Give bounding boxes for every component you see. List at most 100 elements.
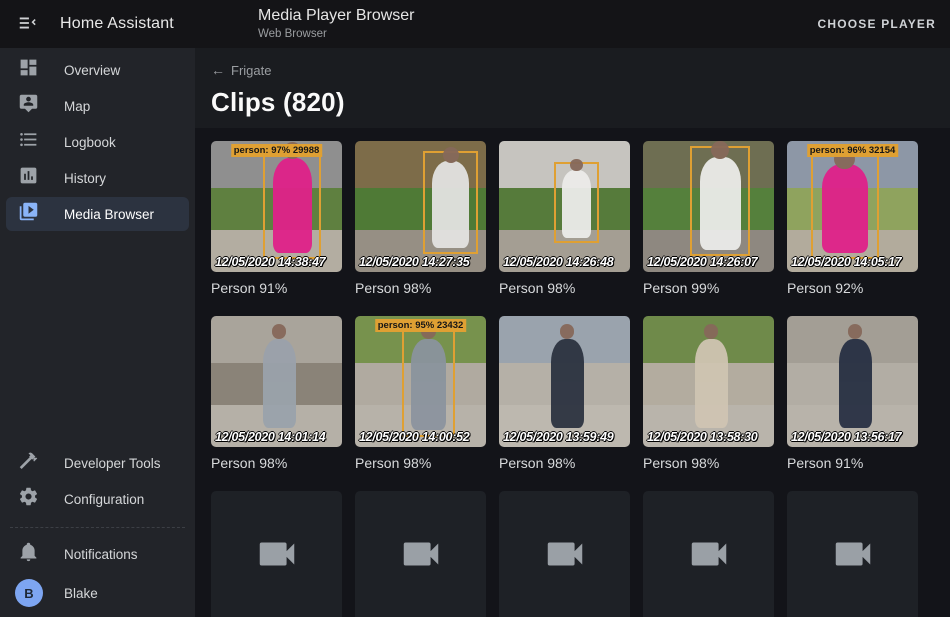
- person-figure: [273, 158, 312, 252]
- clip-item[interactable]: 12/05/2020 14:26:48 Person 98%: [499, 141, 630, 296]
- page-title: Clips (820): [211, 87, 934, 118]
- clip-label: Person 98%: [211, 455, 342, 471]
- sidebar-item-user-profile[interactable]: B Blake: [6, 573, 189, 613]
- view-dashboard-icon: [18, 57, 39, 83]
- clips-grid: person: 97% 29988 12/05/2020 14:38:47 Pe…: [195, 128, 950, 617]
- sidebar-item-map[interactable]: Map: [6, 89, 189, 123]
- tooltip-account-icon: [18, 93, 39, 119]
- media-browser-content: ← Frigate Clips (820) person: 97% 29988 …: [195, 48, 950, 617]
- clip-label: Person 98%: [355, 455, 486, 471]
- list-bulleted-icon: [18, 129, 39, 155]
- person-figure: [700, 157, 741, 250]
- clip-item[interactable]: 12/05/2020 13:59:49 Person 98%: [499, 316, 630, 471]
- clip-item[interactable]: person: 96% 32154 12/05/2020 14:05:17 Pe…: [787, 141, 918, 296]
- video-camera-icon: [398, 531, 444, 582]
- clip-thumbnail: 12/05/2020 13:59:49: [499, 316, 630, 447]
- clip-label: Person 91%: [787, 455, 918, 471]
- video-camera-icon: [542, 531, 588, 582]
- video-camera-icon: [254, 531, 300, 582]
- content-header: ← Frigate Clips (820): [195, 48, 950, 128]
- folder-thumbnail: [643, 491, 774, 617]
- clip-timestamp: 12/05/2020 14:05:17: [791, 255, 901, 269]
- detection-bbox: [686, 329, 736, 434]
- clip-label: Person 98%: [499, 455, 630, 471]
- clip-timestamp: 12/05/2020 14:38:47: [215, 255, 325, 269]
- app-header: Home Assistant Media Player Browser Web …: [0, 0, 950, 48]
- clip-thumbnail: person: 95% 23432 12/05/2020 14:00:52: [355, 316, 486, 447]
- folder-item-yesterday[interactable]: Yesterday (209): [355, 491, 486, 617]
- hammer-icon: [18, 450, 39, 476]
- clip-timestamp: 12/05/2020 13:56:17: [791, 430, 901, 444]
- page-header-title: Media Player Browser Web Browser: [258, 7, 415, 41]
- detection-bbox: [254, 329, 304, 434]
- folder-item-today[interactable]: Today (164): [211, 491, 342, 617]
- clip-item[interactable]: person: 95% 23432 12/05/2020 14:00:52 Pe…: [355, 316, 486, 471]
- person-figure: [411, 339, 446, 430]
- sidebar-spacer: [0, 232, 195, 445]
- clip-thumbnail: 12/05/2020 14:26:07: [643, 141, 774, 272]
- clip-label: Person 98%: [355, 280, 486, 296]
- bell-icon: [18, 541, 39, 567]
- video-camera-icon: [686, 531, 732, 582]
- sidebar-item-overview[interactable]: Overview: [6, 53, 189, 87]
- detection-bbox: [263, 148, 321, 259]
- sidebar-item-developer-tools[interactable]: Developer Tools: [6, 446, 189, 480]
- choose-player-button[interactable]: CHOOSE PLAYER: [817, 17, 936, 31]
- sidebar-toggle-button[interactable]: [16, 12, 40, 36]
- folder-item-back[interactable]: Back (427): [787, 491, 918, 617]
- folder-thumbnail: [787, 491, 918, 617]
- clip-label: Person 98%: [499, 280, 630, 296]
- clip-thumbnail: 12/05/2020 13:56:17: [787, 316, 918, 447]
- clip-item[interactable]: 12/05/2020 14:01:14 Person 98%: [211, 316, 342, 471]
- folder-thumbnail: [499, 491, 630, 617]
- breadcrumb-back-link[interactable]: ← Frigate: [211, 62, 271, 78]
- clip-thumbnail: 12/05/2020 13:58:30: [643, 316, 774, 447]
- breadcrumb-label: Frigate: [231, 63, 271, 78]
- clip-item[interactable]: 12/05/2020 13:58:30 Person 98%: [643, 316, 774, 471]
- detection-label: person: 96% 32154: [807, 144, 899, 157]
- detection-label: person: 97% 29988: [231, 144, 323, 157]
- user-avatar: B: [15, 579, 43, 607]
- sidebar-item-history[interactable]: History: [6, 161, 189, 195]
- person-figure: [695, 339, 728, 428]
- detection-bbox: [554, 162, 599, 243]
- clip-timestamp: 12/05/2020 14:01:14: [215, 430, 325, 444]
- person-figure: [432, 161, 469, 247]
- clip-item[interactable]: 12/05/2020 14:26:07 Person 99%: [643, 141, 774, 296]
- folder-item-last-month[interactable]: Last Month (318): [643, 491, 774, 617]
- clip-item[interactable]: 12/05/2020 13:56:17 Person 91%: [787, 316, 918, 471]
- clip-timestamp: 12/05/2020 13:58:30: [647, 430, 757, 444]
- clip-thumbnail: 12/05/2020 14:27:35: [355, 141, 486, 272]
- clip-timestamp: 12/05/2020 14:27:35: [359, 255, 469, 269]
- menu-open-icon: [17, 22, 39, 37]
- detection-bbox: [811, 154, 879, 259]
- detection-bbox: [690, 146, 750, 256]
- clip-item[interactable]: person: 97% 29988 12/05/2020 14:38:47 Pe…: [211, 141, 342, 296]
- sidebar-item-configuration[interactable]: Configuration: [6, 482, 189, 516]
- clip-thumbnail: 12/05/2020 14:26:48: [499, 141, 630, 272]
- chart-box-icon: [18, 165, 39, 191]
- user-name: Blake: [64, 586, 98, 601]
- media-browser-title: Media Player Browser: [258, 7, 415, 25]
- clip-thumbnail: 12/05/2020 14:01:14: [211, 316, 342, 447]
- sidebar-divider: [10, 527, 185, 528]
- sidebar-item-media-browser[interactable]: Media Browser: [6, 197, 189, 231]
- gear-icon: [18, 486, 39, 512]
- clip-timestamp: 12/05/2020 14:26:48: [503, 255, 613, 269]
- sidebar-item-notifications[interactable]: Notifications: [6, 537, 189, 571]
- detection-bbox: [830, 329, 880, 434]
- person-figure: [822, 164, 868, 253]
- app-title: Home Assistant: [60, 15, 174, 33]
- clip-label: Person 91%: [211, 280, 342, 296]
- folder-thumbnail: [211, 491, 342, 617]
- folder-item-this-month[interactable]: This Month (502): [499, 491, 630, 617]
- sidebar-item-logbook[interactable]: Logbook: [6, 125, 189, 159]
- back-arrow-icon: ←: [211, 62, 225, 78]
- folder-thumbnail: [355, 491, 486, 617]
- detection-bbox: [402, 329, 454, 436]
- clip-item[interactable]: 12/05/2020 14:27:35 Person 98%: [355, 141, 486, 296]
- video-camera-icon: [830, 531, 876, 582]
- detection-bbox: [542, 329, 592, 434]
- media-browser-subtitle: Web Browser: [258, 28, 415, 41]
- person-figure: [551, 339, 584, 428]
